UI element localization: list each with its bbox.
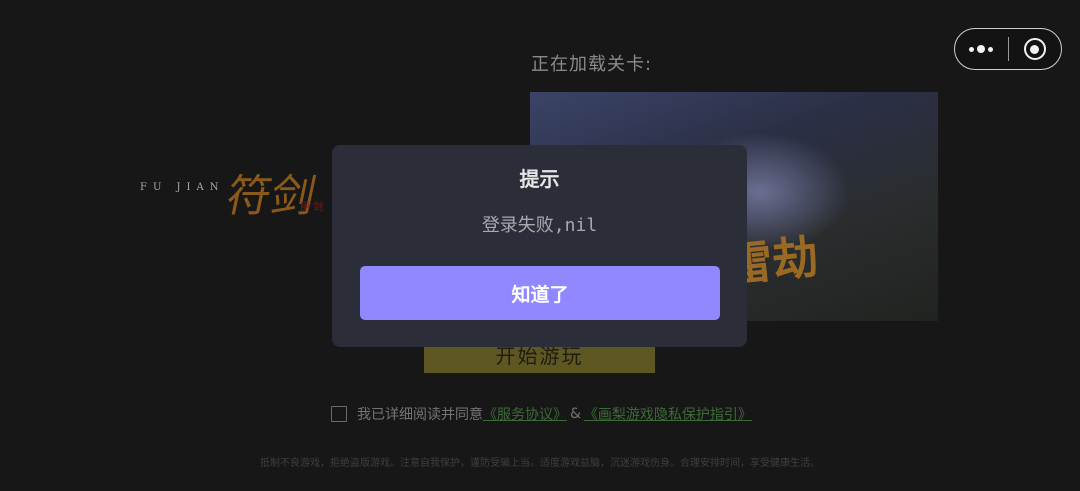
dialog-title: 提示 bbox=[519, 167, 560, 191]
alert-dialog: 提示 登录失败,nil 知道了 bbox=[332, 145, 747, 347]
dialog-confirm-button[interactable]: 知道了 bbox=[360, 266, 720, 320]
dialog-message: 登录失败,nil bbox=[481, 215, 598, 236]
